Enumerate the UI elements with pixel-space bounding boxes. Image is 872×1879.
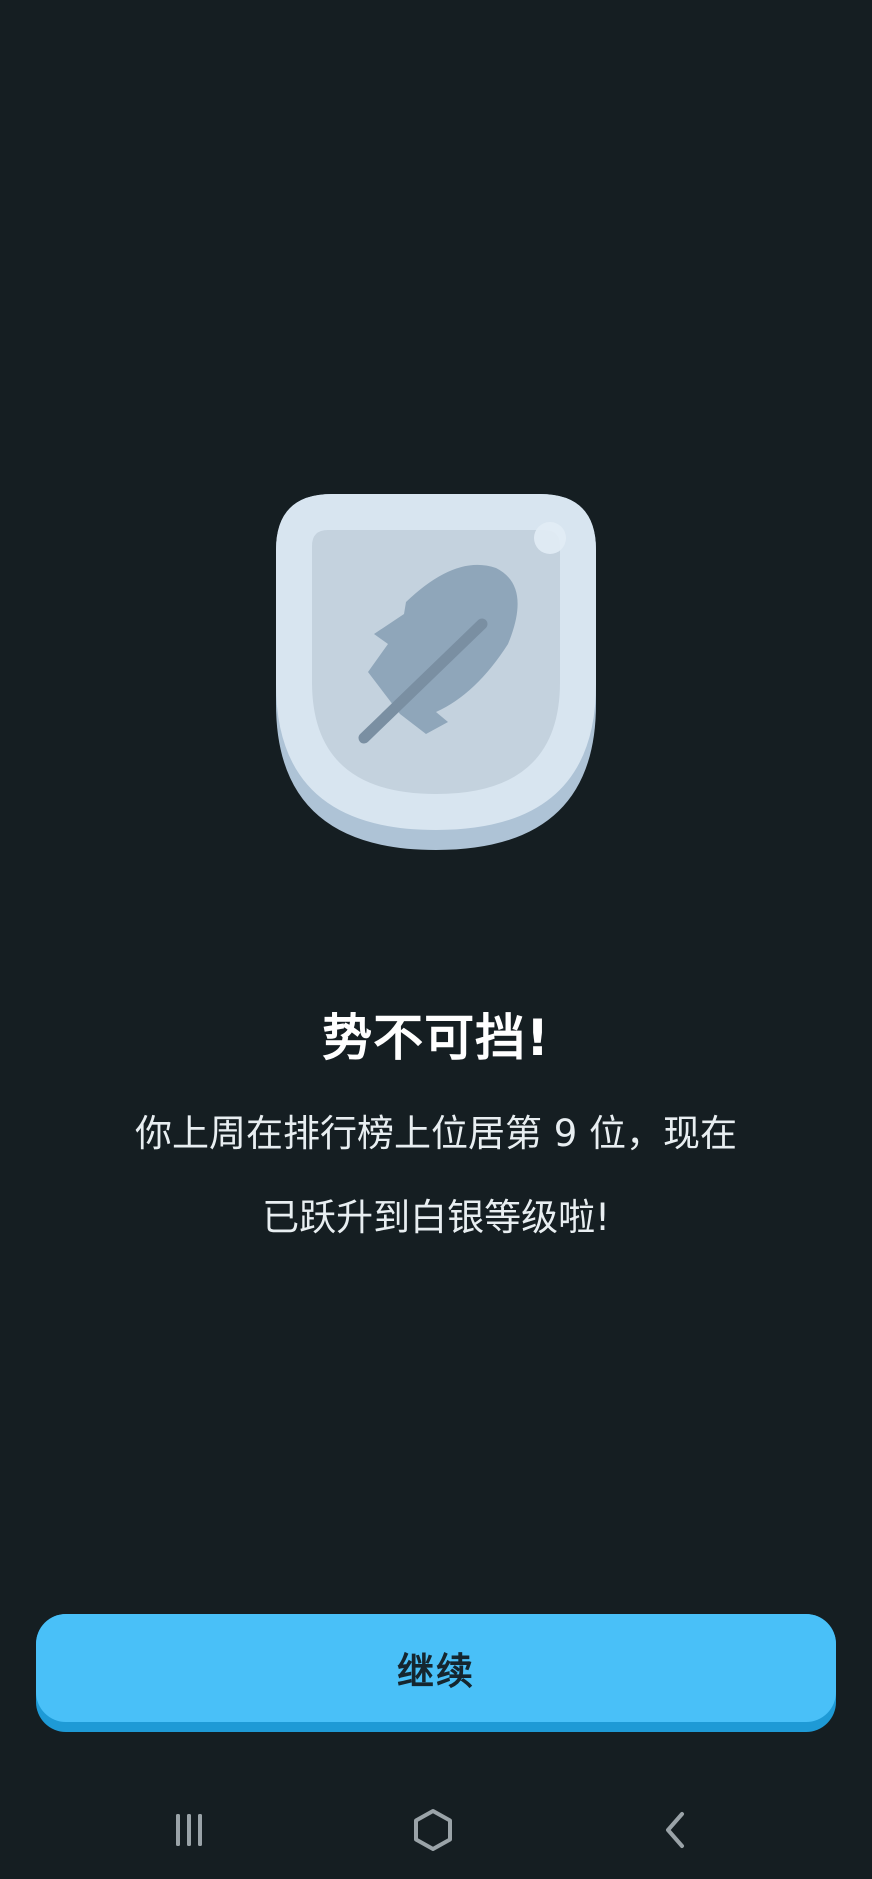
continue-button-face[interactable]: 继续	[36, 1614, 836, 1722]
home-icon	[414, 1808, 452, 1851]
continue-button-label: 继续	[397, 1650, 475, 1693]
recents-icon	[176, 1813, 202, 1846]
back-button[interactable]	[626, 1780, 726, 1879]
message-line-2: 已跃升到白银等级啦!	[262, 1196, 610, 1239]
shield-icon	[276, 494, 596, 850]
continue-button[interactable]: 继续	[36, 1614, 836, 1732]
message-line-1: 你上周在排行榜上位居第 9 位，现在	[134, 1112, 738, 1155]
back-icon	[666, 1811, 684, 1848]
recents-button[interactable]	[139, 1780, 239, 1879]
silver-league-badge	[276, 494, 596, 854]
promotion-message: 你上周在排行榜上位居第 9 位，现在 已跃升到白银等级啦!	[86, 1092, 786, 1260]
system-nav-bar	[0, 1780, 872, 1879]
page-title: 势不可挡!	[322, 1009, 550, 1067]
home-button[interactable]	[383, 1780, 483, 1879]
